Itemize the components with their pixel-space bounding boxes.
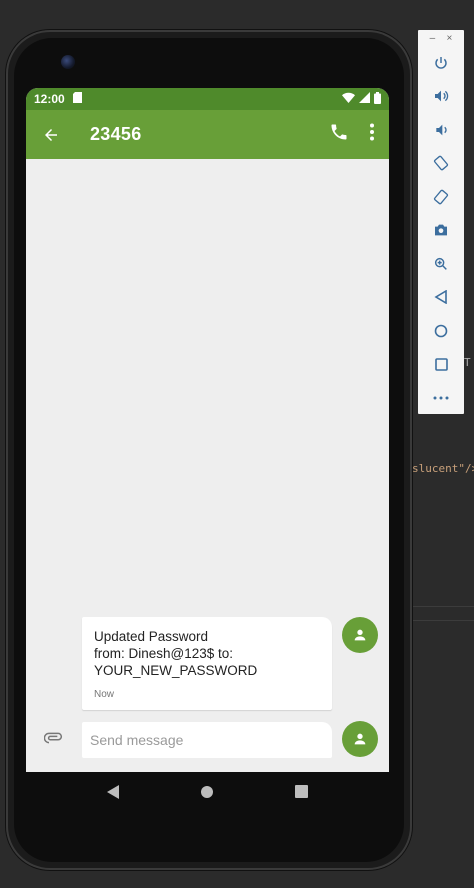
volume-down-button[interactable] [418, 113, 464, 147]
volume-down-icon [436, 124, 447, 136]
ide-divider [412, 620, 474, 621]
message-list: Updated Password from: Dinesh@123$ to: Y… [26, 159, 389, 772]
rotate-right-button[interactable] [418, 180, 464, 214]
message-bubble[interactable]: Updated Password from: Dinesh@123$ to: Y… [82, 617, 332, 710]
signal-icon [359, 92, 370, 106]
emulator-toolbar: – × [418, 30, 464, 414]
zoom-icon [434, 257, 447, 270]
attachment-icon [43, 732, 63, 744]
zoom-button[interactable] [418, 247, 464, 281]
volume-up-button[interactable] [418, 80, 464, 114]
rotate-left-icon [433, 155, 449, 171]
status-time: 12:00 [34, 92, 65, 106]
triangle-back-icon [106, 784, 119, 799]
message-text: Updated Password from: Dinesh@123$ to: Y… [94, 629, 258, 678]
message-timestamp: Now [94, 689, 115, 700]
self-avatar-button[interactable] [342, 721, 378, 757]
power-icon [435, 56, 447, 69]
status-bar: 12:00 [26, 88, 389, 110]
more-vert-icon [370, 123, 374, 141]
close-button[interactable]: × [447, 33, 453, 44]
camera-icon [435, 224, 447, 236]
navigation-bar [26, 772, 389, 816]
back-button-emulator[interactable] [418, 281, 464, 315]
back-button[interactable] [26, 126, 76, 144]
person-icon [354, 733, 366, 745]
home-button-emulator[interactable] [418, 314, 464, 348]
arrow-back-icon [45, 128, 57, 141]
minimize-button[interactable]: – [430, 33, 436, 44]
attach-button[interactable] [43, 731, 64, 750]
nav-recents-button[interactable] [295, 785, 309, 803]
more-icon [433, 396, 449, 400]
volume-up-icon [435, 90, 449, 102]
square-recents-icon [295, 785, 309, 798]
screenshot-button[interactable] [418, 214, 464, 248]
battery-icon [374, 91, 381, 107]
wifi-icon [342, 92, 355, 106]
nav-back-button[interactable] [106, 784, 119, 804]
more-button-emulator[interactable] [418, 381, 464, 415]
circle-home-icon [200, 785, 213, 798]
call-button[interactable] [329, 122, 349, 147]
conversation-title: 23456 [90, 124, 142, 144]
person-icon [354, 629, 366, 641]
contact-avatar[interactable] [342, 617, 378, 653]
overview-icon [434, 357, 448, 371]
back-icon [434, 290, 447, 305]
rotate-left-button[interactable] [418, 147, 464, 181]
overflow-menu-button[interactable] [369, 123, 375, 146]
sd-card-icon [72, 92, 82, 106]
nav-home-button[interactable] [200, 785, 214, 804]
home-icon [434, 324, 448, 338]
ide-letter: T [464, 356, 471, 369]
overview-button-emulator[interactable] [418, 348, 464, 382]
phone-icon [331, 124, 347, 140]
rotate-right-icon [433, 189, 449, 205]
app-bar: 23456 [26, 110, 389, 159]
power-button[interactable] [418, 46, 464, 80]
ide-divider [412, 606, 474, 607]
front-camera [61, 55, 75, 69]
phone-screen: 12:00 23456 Updated Password from: Dines… [26, 88, 389, 772]
message-input[interactable] [82, 722, 332, 758]
ide-code-snippet: slucent"/> [412, 462, 474, 475]
